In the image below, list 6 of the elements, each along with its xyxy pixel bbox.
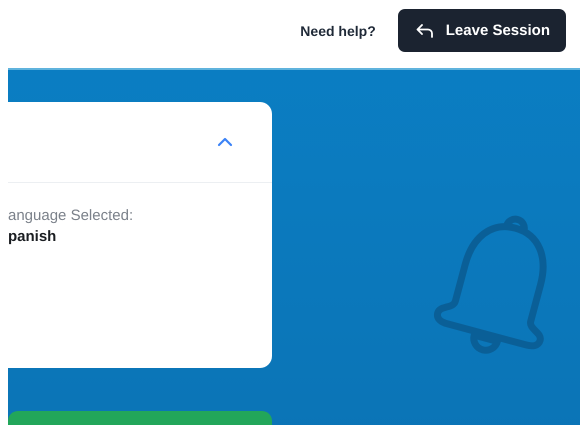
chevron-icon [216, 135, 234, 149]
help-link[interactable]: Need help? [300, 22, 376, 38]
language-label: anguage Selected: [8, 207, 134, 224]
leave-session-button[interactable]: Leave Session [398, 9, 566, 52]
back-arrow-icon [416, 24, 434, 38]
language-value: panish [8, 228, 58, 245]
